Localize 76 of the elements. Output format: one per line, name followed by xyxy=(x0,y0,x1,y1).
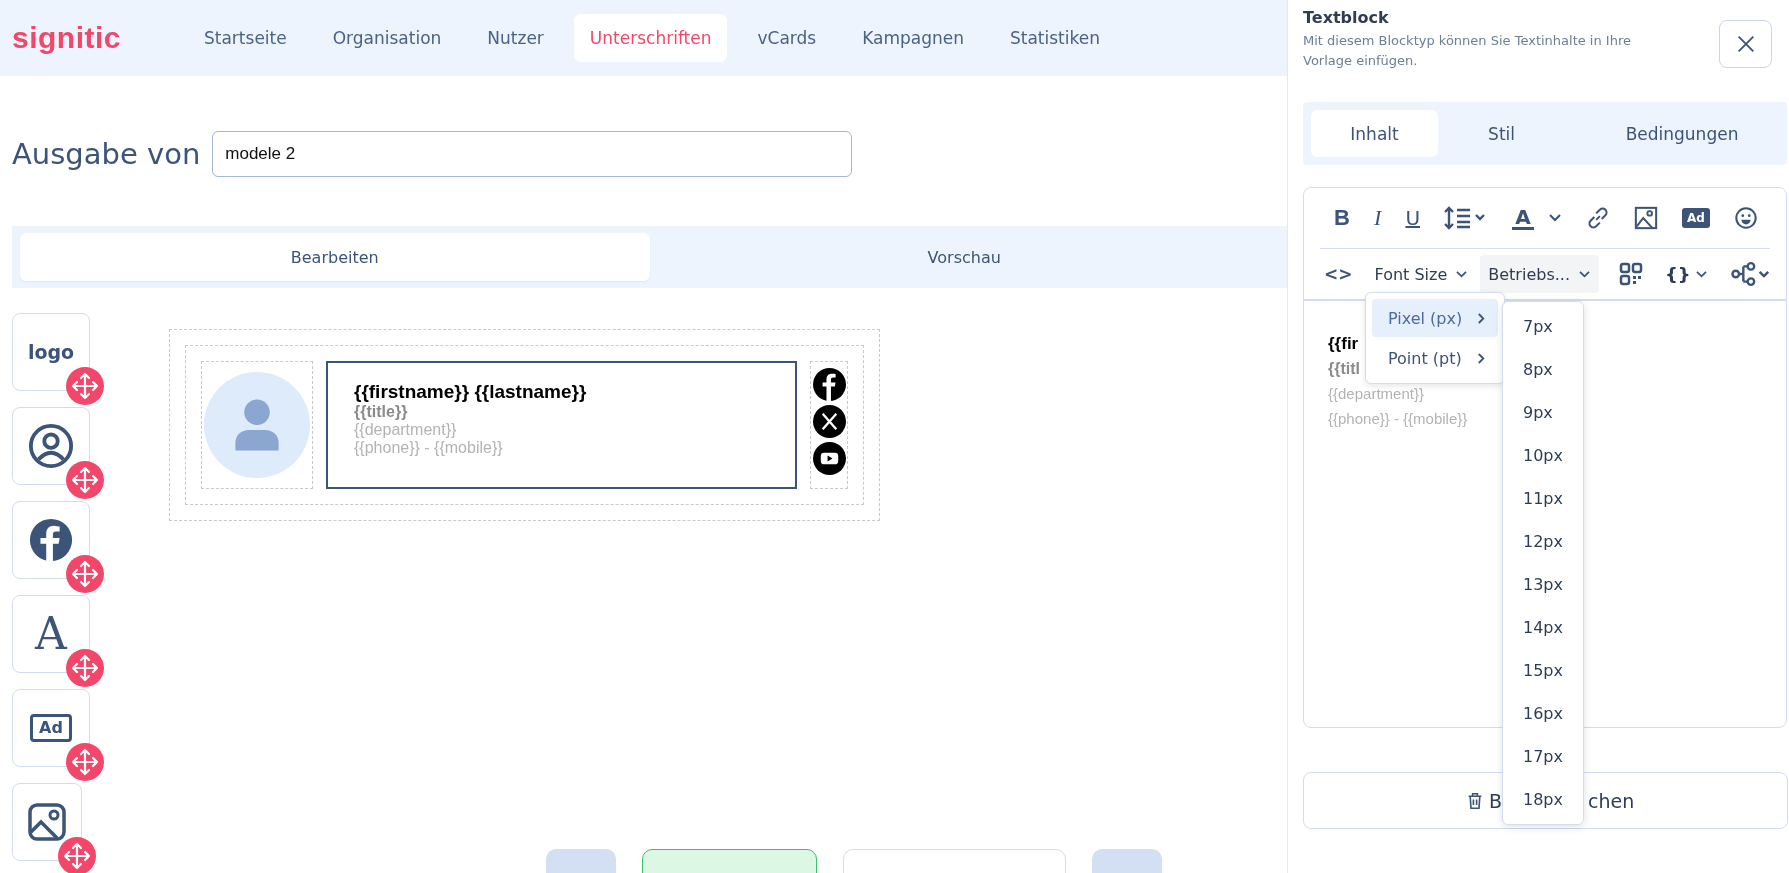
move-handle-icon[interactable] xyxy=(58,837,96,873)
nav-tab[interactable]: Statistiken xyxy=(994,14,1116,62)
menu-item[interactable]: 9px xyxy=(1503,391,1583,434)
menu-item[interactable]: 15px xyxy=(1503,649,1583,692)
caret-icon xyxy=(1578,269,1591,279)
format-button[interactable]: U xyxy=(1405,206,1421,230)
move-handle-icon[interactable] xyxy=(66,461,104,499)
x-icon[interactable] xyxy=(812,405,846,438)
menu-item[interactable]: 12px xyxy=(1503,520,1583,563)
menu-item[interactable]: 13px xyxy=(1503,563,1583,606)
ad-icon: Ad xyxy=(30,714,72,742)
caret-icon xyxy=(1455,269,1469,279)
format-button[interactable]: I xyxy=(1374,205,1382,231)
title-placeholder: {{titl xyxy=(1328,359,1360,379)
title-placeholder: {{title}} xyxy=(354,403,409,421)
format-button[interactable]: B xyxy=(1334,205,1350,231)
name-placeholder: {{fir xyxy=(1328,333,1359,355)
facebook-icon xyxy=(28,517,74,563)
move-handle-icon[interactable] xyxy=(66,649,104,687)
menu-item[interactable]: 11px xyxy=(1503,477,1583,520)
block-tile[interactable] xyxy=(12,407,90,485)
name-input-field[interactable]: modele 2 xyxy=(212,131,853,177)
text-block[interactable]: {{firstname}} {{lastname}} {{title}} {{department}} {{phone}} - {{mobile}} xyxy=(326,361,797,489)
chevron-right-icon xyxy=(1477,311,1486,325)
variable-dropdown-button[interactable]: {} xyxy=(1663,255,1710,293)
caret-icon[interactable] xyxy=(1547,213,1562,223)
qr-code-icon[interactable] xyxy=(1619,262,1643,286)
move-handle-icon[interactable] xyxy=(66,367,104,405)
user-circle-icon xyxy=(28,423,74,469)
dropdown-button[interactable]: Font Size xyxy=(1372,255,1471,293)
menu-item[interactable]: 10px xyxy=(1503,434,1583,477)
page-heading: Ausgabe von xyxy=(12,137,201,171)
chevron-right-icon xyxy=(1477,351,1486,365)
department-placeholder: {{department}} xyxy=(1328,384,1424,404)
nav-tab[interactable]: vCards xyxy=(741,14,833,62)
image-icon xyxy=(27,802,67,842)
text-block-icon: A xyxy=(35,612,67,656)
mode-tab[interactable]: Bearbeiten xyxy=(20,233,650,281)
dropdown-button[interactable]: Betriebs... xyxy=(1480,255,1599,293)
panel-description: Mit diesem Blocktyp können Sie Textinhalte in Ihre Vorlage einfügen. xyxy=(1303,32,1632,70)
move-handle-icon[interactable] xyxy=(66,555,104,593)
image-icon[interactable] xyxy=(1633,206,1658,230)
source-code-button[interactable]: <> xyxy=(1324,264,1353,284)
caret-icon xyxy=(1694,269,1708,279)
trash-icon xyxy=(1467,791,1483,810)
close-button[interactable] xyxy=(1719,20,1772,68)
menu-item[interactable]: 18px xyxy=(1503,778,1583,821)
block-tile[interactable] xyxy=(12,783,82,861)
menu-item[interactable]: 7px xyxy=(1503,305,1583,348)
panel-tab[interactable]: Inhalt xyxy=(1311,110,1439,157)
name-placeholder: {{firstname}} {{lastname}} xyxy=(354,381,588,403)
logo-label: logo xyxy=(27,341,75,363)
phone-placeholder: {{phone}} - {{mobile}} xyxy=(354,439,504,457)
nav-tab[interactable]: Kampagnen xyxy=(846,14,980,62)
menu-item[interactable]: 14px xyxy=(1503,606,1583,649)
text-color-button[interactable]: A xyxy=(1512,206,1534,230)
link-icon[interactable] xyxy=(1585,206,1610,230)
nav-tab[interactable]: Organisation xyxy=(316,14,458,62)
department-placeholder: {{department}} xyxy=(354,421,458,439)
menu-item[interactable]: Pixel (px) xyxy=(1372,299,1498,337)
panel-tab[interactable]: Bedingungen xyxy=(1585,110,1779,157)
menu-item[interactable]: 8px xyxy=(1503,348,1583,391)
panel-tab[interactable]: Stil xyxy=(1438,110,1566,157)
mode-tab[interactable]: Vorschau xyxy=(649,233,1279,281)
nav-tab[interactable]: Unterschriften xyxy=(573,14,728,62)
nav-tab[interactable]: Nutzer xyxy=(471,14,560,62)
facebook-icon[interactable] xyxy=(812,368,846,401)
ad-button[interactable]: Ad xyxy=(1682,208,1710,228)
smiley-icon[interactable] xyxy=(1734,206,1758,230)
move-handle-icon[interactable] xyxy=(66,743,104,781)
menu-item[interactable]: Point (pt) xyxy=(1372,339,1498,377)
phone-placeholder: {{phone}} - {{mobile}} xyxy=(1328,409,1468,429)
panel-title: Textblock xyxy=(1303,8,1390,27)
menu-item[interactable]: 16px xyxy=(1503,692,1583,735)
play-icon[interactable] xyxy=(812,442,846,475)
nav-tab[interactable]: Startseite xyxy=(188,14,303,62)
